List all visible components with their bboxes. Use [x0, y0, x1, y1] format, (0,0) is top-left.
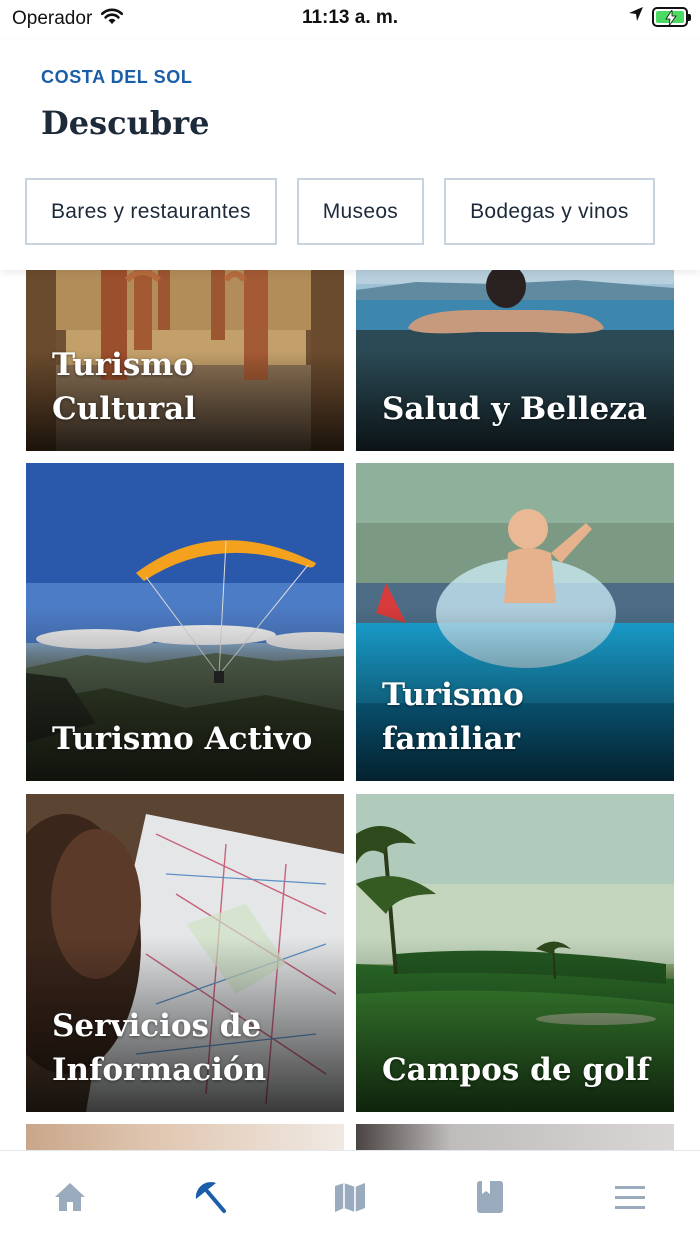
category-grid: Turismo Cultural Salud y Belleza Turismo… — [0, 270, 700, 1150]
battery-level — [656, 9, 684, 26]
menu-icon — [615, 1186, 645, 1209]
card-label: Turismo familiar — [382, 673, 660, 761]
category-card-turismo-activo[interactable]: Turismo Activo — [26, 463, 344, 781]
carrier-name: Operador — [12, 8, 93, 29]
card-label-line: Turismo — [52, 347, 194, 383]
category-card-turismo-cultural[interactable]: Turismo Cultural — [26, 270, 344, 451]
card-label: Campos de golf — [382, 1048, 660, 1092]
bookmark-icon — [477, 1181, 503, 1213]
map-icon — [335, 1183, 365, 1212]
header: COSTA DEL SOL Descubre Bares y restauran… — [0, 40, 700, 270]
home-icon — [55, 1183, 85, 1211]
category-card-partial[interactable] — [356, 1124, 674, 1150]
tab-menu[interactable] — [608, 1177, 652, 1217]
category-card-servicios-informacion[interactable]: Servicios de Información — [26, 794, 344, 1112]
card-label-line: Campos de golf — [382, 1052, 650, 1088]
tab-home[interactable] — [48, 1177, 92, 1217]
card-label-line: Turismo familiar — [382, 677, 524, 757]
card-label: Turismo Activo — [52, 717, 330, 761]
card-label-line: Servicios de — [52, 1008, 262, 1044]
filter-chip-museos[interactable]: Museos — [296, 178, 425, 245]
category-card-partial[interactable] — [26, 1124, 344, 1150]
card-label-line: Información — [52, 1052, 267, 1088]
filter-chip-bares[interactable]: Bares y restaurantes — [25, 178, 277, 245]
status-right — [628, 6, 691, 27]
tab-discover[interactable] — [188, 1177, 232, 1217]
card-label-line: Cultural — [52, 391, 197, 427]
wifi-icon — [100, 7, 124, 31]
region-label: COSTA DEL SOL — [41, 67, 193, 87]
tab-guides[interactable] — [468, 1177, 512, 1217]
card-label: Turismo Cultural — [52, 343, 330, 431]
bottom-tab-bar — [0, 1150, 700, 1244]
card-label-line: Salud y Belleza — [382, 391, 647, 427]
card-label-line: Turismo Activo — [52, 721, 313, 757]
category-card-turismo-familiar[interactable]: Turismo familiar — [356, 463, 674, 781]
card-label: Servicios de Información — [52, 1004, 330, 1092]
status-bar: Operador 11:13 a. m. — [0, 0, 700, 40]
category-card-campos-golf[interactable]: Campos de golf — [356, 794, 674, 1112]
battery-icon — [652, 6, 691, 27]
tab-map[interactable] — [328, 1177, 372, 1217]
charging-bolt-icon — [665, 9, 677, 26]
filter-chip-bodegas[interactable]: Bodegas y vinos — [444, 178, 655, 245]
filter-chips: Bares y restaurantes Museos Bodegas y vi… — [25, 178, 655, 245]
category-card-salud-belleza[interactable]: Salud y Belleza — [356, 270, 674, 451]
status-left: Operador — [12, 7, 124, 31]
location-arrow-icon — [628, 6, 644, 27]
beach-umbrella-icon — [195, 1182, 226, 1213]
page-title: Descubre — [41, 104, 210, 142]
card-label: Salud y Belleza — [382, 387, 660, 431]
